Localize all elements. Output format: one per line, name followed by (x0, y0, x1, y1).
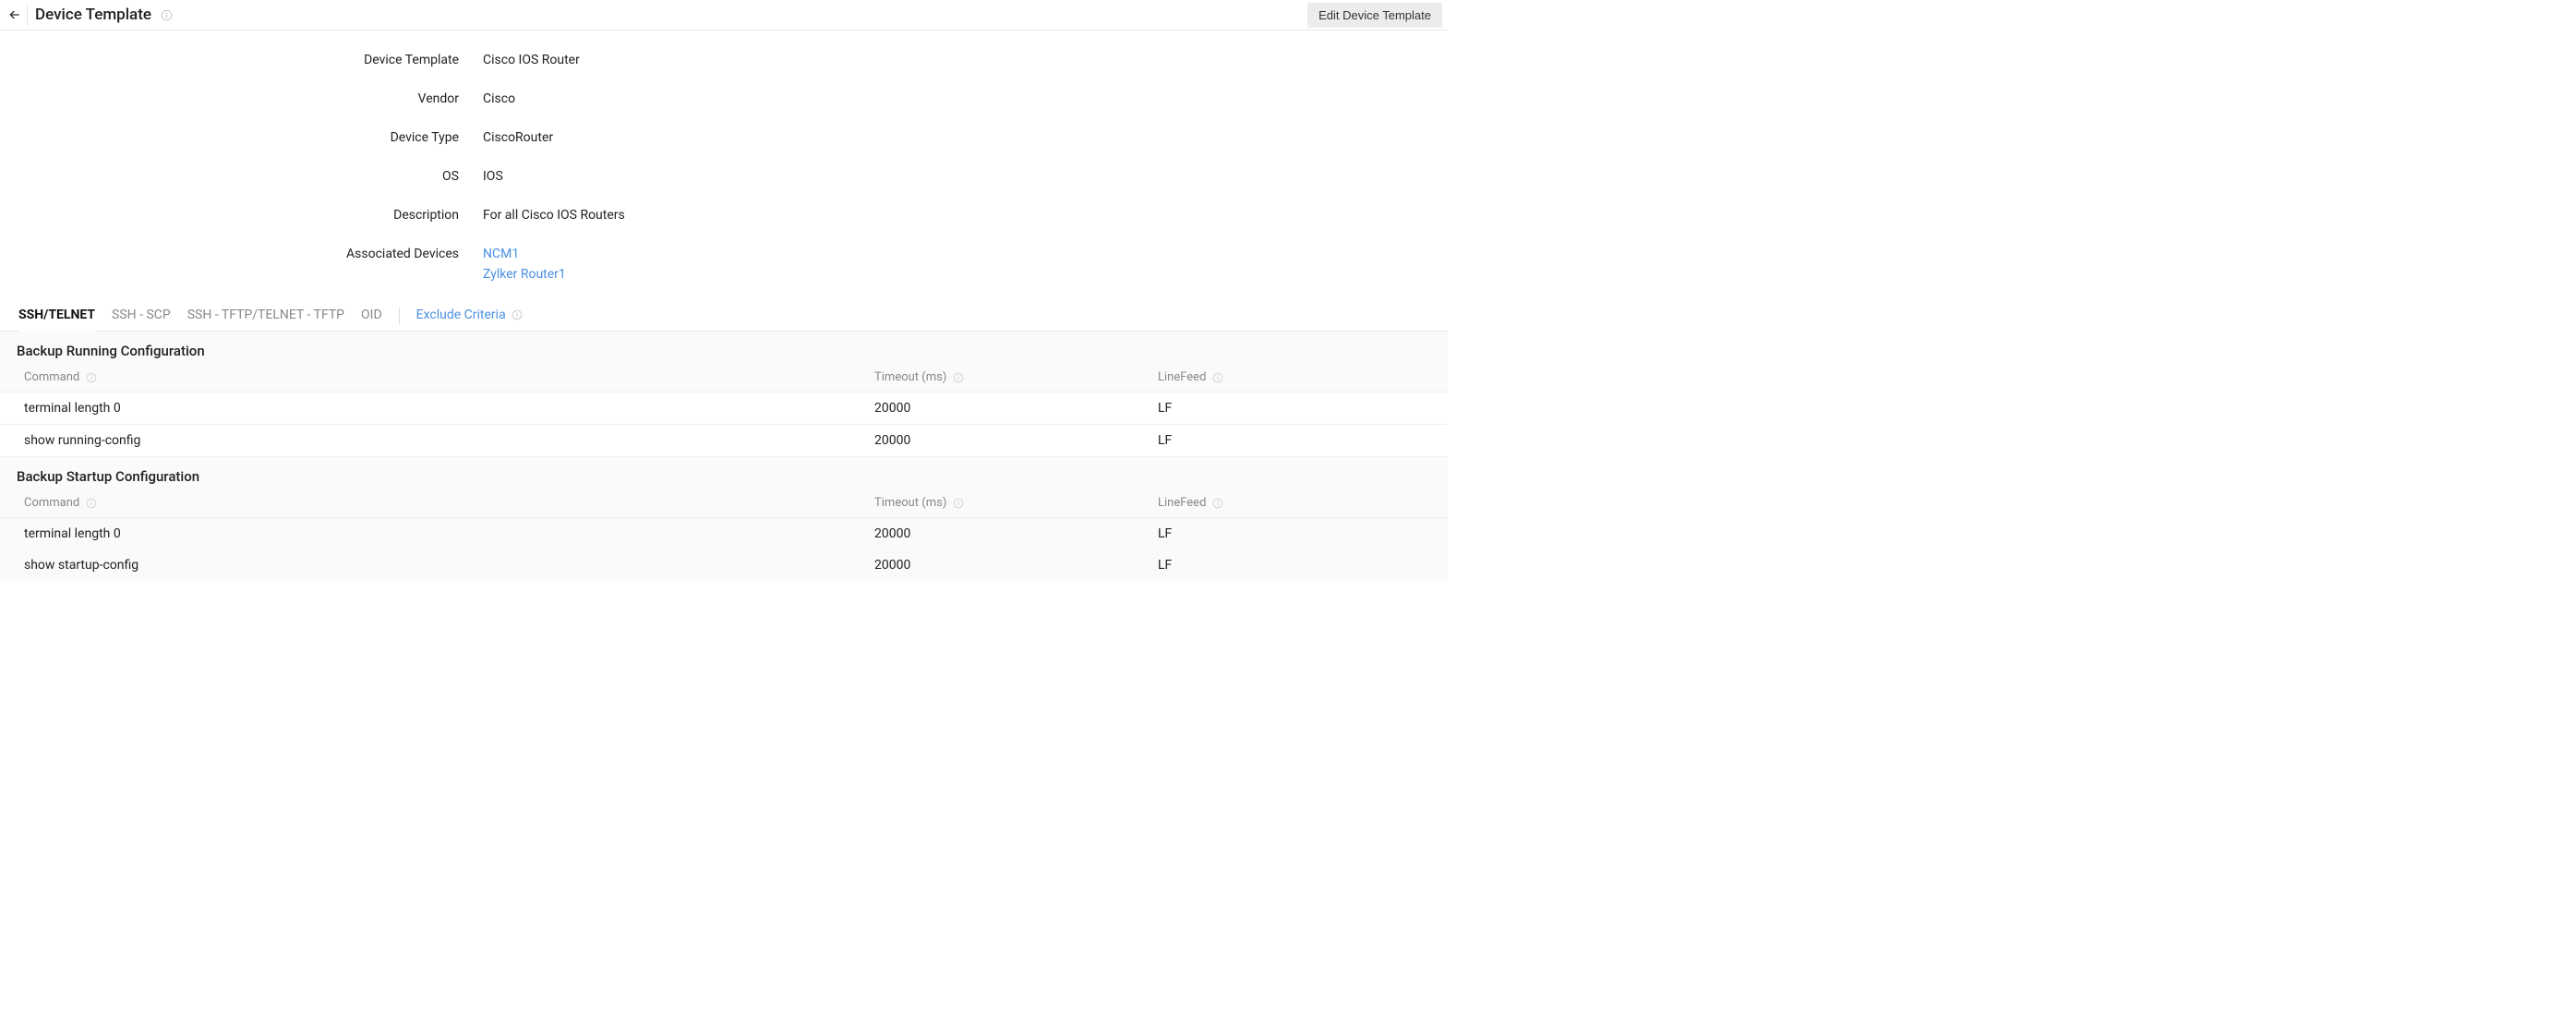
info-icon (953, 372, 964, 383)
detail-row-associated: Associated Devices NCM1 Zylker Router1 (0, 247, 1448, 282)
col-timeout-label: Timeout (ms) (874, 370, 946, 384)
detail-label: Device Type (0, 130, 459, 145)
cell-command: show running-config (24, 433, 874, 448)
cell-linefeed: LF (1158, 401, 1424, 416)
header-bar: Device Template Edit Device Template (0, 0, 1448, 30)
detail-label: Vendor (0, 91, 459, 106)
detail-label: Device Template (0, 53, 459, 67)
col-timeout-label: Timeout (ms) (874, 496, 946, 510)
cell-timeout: 20000 (874, 433, 1158, 448)
table-row: terminal length 0 20000 LF (0, 392, 1448, 425)
cell-linefeed: LF (1158, 558, 1424, 573)
table-row: show running-config 20000 LF (0, 425, 1448, 457)
info-icon (1212, 372, 1223, 383)
detail-row: Device Type CiscoRouter (0, 130, 1448, 145)
section-backup-startup: Backup Startup Configuration Command Tim… (0, 457, 1448, 581)
tab-ssh-scp[interactable]: SSH - SCP (112, 300, 171, 332)
table-row: show startup-config 20000 LF (0, 549, 1448, 581)
col-linefeed-header: LineFeed (1158, 370, 1424, 384)
col-command-header: Command (24, 370, 874, 384)
col-command-label: Command (24, 370, 79, 384)
info-icon (86, 498, 97, 509)
detail-value: CiscoRouter (459, 130, 553, 145)
tab-oid[interactable]: OID (361, 300, 382, 332)
col-command-header: Command (24, 496, 874, 510)
cell-linefeed: LF (1158, 433, 1424, 448)
cell-timeout: 20000 (874, 401, 1158, 416)
cell-command: terminal length 0 (24, 401, 874, 416)
detail-label: Description (0, 208, 459, 223)
cell-command: terminal length 0 (24, 526, 874, 541)
tabs-bar: SSH/TELNET SSH - SCP SSH - TFTP/TELNET -… (0, 300, 1448, 332)
edit-device-template-button[interactable]: Edit Device Template (1307, 3, 1442, 28)
column-headers: Command Timeout (ms) LineFeed (0, 490, 1448, 518)
tab-exclude-criteria[interactable]: Exclude Criteria (416, 300, 524, 332)
table-row: terminal length 0 20000 LF (0, 518, 1448, 549)
cell-timeout: 20000 (874, 558, 1158, 573)
col-linefeed-label: LineFeed (1158, 370, 1206, 384)
info-icon (1212, 498, 1223, 509)
col-timeout-header: Timeout (ms) (874, 496, 1158, 510)
detail-value: For all Cisco IOS Routers (459, 208, 625, 223)
tab-separator (399, 308, 400, 324)
cell-linefeed: LF (1158, 526, 1424, 541)
exclude-criteria-label: Exclude Criteria (416, 308, 506, 322)
tab-ssh-telnet[interactable]: SSH/TELNET (18, 300, 95, 332)
col-timeout-header: Timeout (ms) (874, 370, 1158, 384)
col-linefeed-header: LineFeed (1158, 496, 1424, 510)
detail-label: OS (0, 169, 459, 184)
detail-value: Cisco (459, 91, 515, 106)
cell-command: show startup-config (24, 558, 874, 573)
section-backup-running: Backup Running Configuration Command Tim… (0, 332, 1448, 457)
detail-row: Vendor Cisco (0, 91, 1448, 106)
detail-value: Cisco IOS Router (459, 53, 580, 67)
info-icon (86, 372, 97, 383)
details-block: Device Template Cisco IOS Router Vendor … (0, 30, 1448, 300)
tab-ssh-tftp[interactable]: SSH - TFTP/TELNET - TFTP (187, 300, 344, 332)
section-title: Backup Running Configuration (0, 332, 1448, 365)
info-icon (512, 309, 523, 320)
column-headers: Command Timeout (ms) LineFeed (0, 365, 1448, 392)
detail-value-links: NCM1 Zylker Router1 (459, 247, 566, 282)
page-title: Device Template (35, 6, 151, 24)
associated-device-link[interactable]: Zylker Router1 (483, 267, 566, 282)
header-left: Device Template (6, 4, 173, 26)
detail-label: Associated Devices (0, 247, 459, 261)
section-title: Backup Startup Configuration (0, 457, 1448, 490)
info-icon[interactable] (161, 9, 173, 21)
info-icon (953, 498, 964, 509)
col-linefeed-label: LineFeed (1158, 496, 1206, 510)
col-command-label: Command (24, 496, 79, 510)
cell-timeout: 20000 (874, 526, 1158, 541)
associated-device-link[interactable]: NCM1 (483, 247, 566, 261)
detail-row: Description For all Cisco IOS Routers (0, 208, 1448, 223)
detail-row: Device Template Cisco IOS Router (0, 53, 1448, 67)
detail-row: OS IOS (0, 169, 1448, 184)
back-arrow-icon[interactable] (6, 4, 28, 26)
detail-value: IOS (459, 169, 503, 184)
